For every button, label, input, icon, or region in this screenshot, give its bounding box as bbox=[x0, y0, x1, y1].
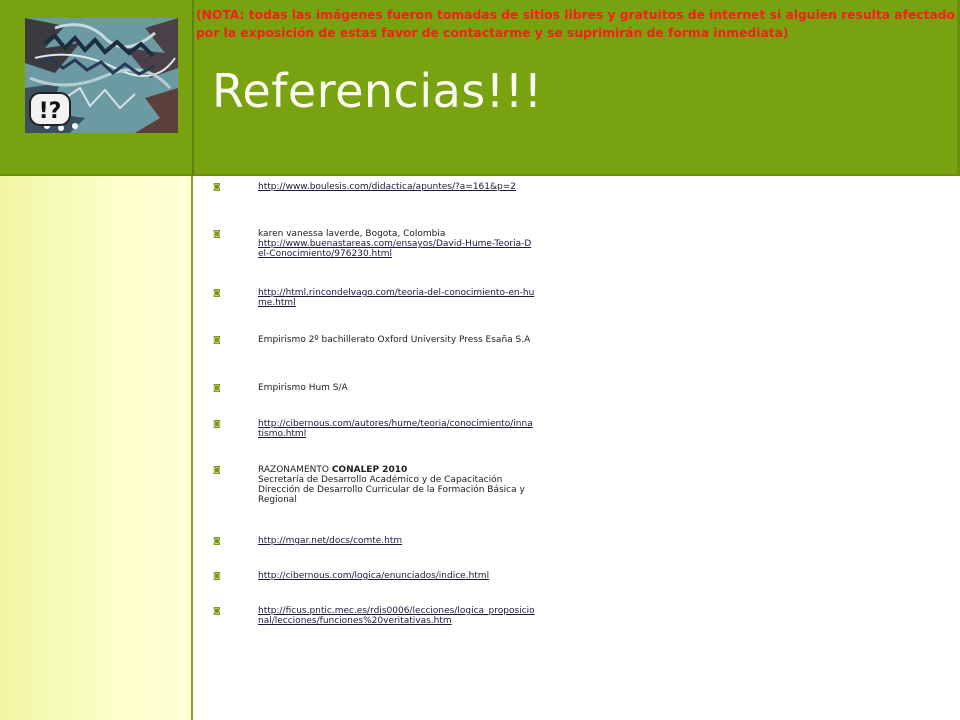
header-divider bbox=[192, 0, 194, 176]
bullet-icon: ◙ bbox=[213, 606, 221, 615]
reference-heading-prefix: RAZONAMENTO bbox=[258, 465, 332, 475]
reference-heading: RAZONAMENTO CONALEP 2010 bbox=[258, 465, 536, 475]
reference-link[interactable]: http://cibernous.com/autores/hume/teoria… bbox=[258, 419, 536, 439]
disclaimer-note: (NOTA: todas las imágenes fueron tomadas… bbox=[196, 8, 956, 40]
left-sidebar-bar bbox=[0, 176, 193, 720]
bullet-icon: ◙ bbox=[213, 536, 221, 545]
reference-link[interactable]: http://ficus.pntic.mec.es/rdis0006/lecci… bbox=[258, 606, 536, 626]
reference-text: Empirismo Hum S/A bbox=[258, 383, 348, 393]
bullet-icon: ◙ bbox=[213, 182, 221, 191]
reference-link[interactable]: http://cibernous.com/logica/enunciados/i… bbox=[258, 571, 536, 581]
reference-text: Empirismo 2º bachillerato Oxford Univers… bbox=[258, 335, 531, 345]
bullet-icon: ◙ bbox=[213, 465, 221, 474]
logo-graphic: !? bbox=[25, 18, 178, 133]
bullet-icon: ◙ bbox=[213, 419, 221, 428]
reference-link[interactable]: http://www.boulesis.com/didactica/apunte… bbox=[258, 182, 536, 192]
reference-link[interactable]: http://www.buenastareas.com/ensayos/Davi… bbox=[258, 239, 536, 259]
reference-text: Dirección de Desarrollo Curricular de la… bbox=[258, 485, 525, 505]
bullet-icon: ◙ bbox=[213, 571, 221, 580]
svg-text:!?: !? bbox=[39, 99, 62, 124]
interrobang-comic-logo: !? bbox=[25, 18, 178, 133]
reference-link[interactable]: http://html.rincondelvago.com/teoria-del… bbox=[258, 288, 536, 308]
bullet-icon: ◙ bbox=[213, 229, 221, 238]
reference-link[interactable]: http://mgar.net/docs/comte.htm bbox=[258, 536, 536, 546]
reference-text: karen vanessa laverde, Bogota, Colombia bbox=[258, 229, 446, 239]
page-title: Referencias!!! bbox=[212, 64, 543, 118]
bullet-icon: ◙ bbox=[213, 335, 221, 344]
reference-heading-bold: CONALEP 2010 bbox=[331, 465, 408, 475]
bullet-icon: ◙ bbox=[213, 383, 221, 392]
reference-text: Secretaría de Desarrollo Académico y de … bbox=[258, 475, 503, 485]
bullet-icon: ◙ bbox=[213, 288, 221, 297]
